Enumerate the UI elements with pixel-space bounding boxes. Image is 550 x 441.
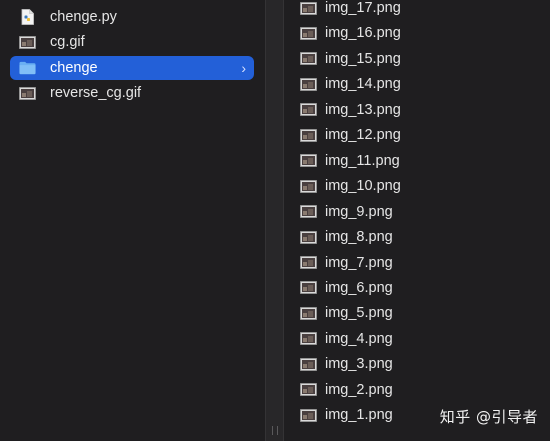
image-file-icon (300, 407, 317, 424)
image-file-icon (300, 254, 317, 271)
image-file-icon (300, 127, 317, 144)
file-item-label: img_11.png (325, 152, 400, 169)
image-file-icon (300, 203, 317, 220)
file-item-label: cg.gif (50, 34, 85, 50)
file-item[interactable]: img_11.png (300, 149, 540, 173)
column-resize-handle[interactable] (265, 0, 284, 441)
file-item-label: img_6.png (325, 279, 393, 296)
file-item-label: reverse_cg.gif (50, 85, 142, 101)
file-item-label: img_12.png (325, 127, 401, 144)
file-item[interactable]: img_14.png (300, 72, 540, 96)
image-file-icon (300, 25, 317, 42)
file-item-label: img_10.png (325, 178, 401, 195)
watermark: 知乎 @引导者 (439, 408, 538, 426)
file-item[interactable]: img_7.png (300, 251, 540, 275)
folder-item-label: chenge (50, 60, 98, 76)
file-item-label: chenge.py (50, 9, 117, 25)
finder-window: chenge.py cg.gif chenge › reverse_cg.gif… (0, 0, 550, 441)
image-file-icon (19, 34, 36, 51)
image-file-icon (300, 229, 317, 246)
python-file-icon (19, 9, 36, 26)
file-item[interactable]: img_17.png (300, 0, 540, 20)
file-item[interactable]: img_3.png (300, 352, 540, 376)
file-item-chenge-py[interactable]: chenge.py (10, 5, 254, 29)
file-item[interactable]: img_16.png (300, 21, 540, 45)
file-item-reverse-cg-gif[interactable]: reverse_cg.gif (10, 81, 254, 105)
file-item[interactable]: img_12.png (300, 123, 540, 147)
image-file-icon (300, 101, 317, 118)
folder-item-chenge[interactable]: chenge › (10, 56, 254, 80)
file-item-label: img_17.png (325, 0, 401, 16)
image-file-icon (300, 152, 317, 169)
file-item-label: img_2.png (325, 381, 393, 398)
image-file-icon (300, 381, 317, 398)
file-item[interactable]: img_15.png (300, 47, 540, 71)
file-item[interactable]: img_4.png (300, 327, 540, 351)
file-item[interactable]: img_6.png (300, 276, 540, 300)
file-item-label: img_3.png (325, 356, 393, 373)
file-item-label: img_15.png (325, 50, 401, 67)
file-item-label: img_9.png (325, 203, 393, 220)
image-file-icon (300, 356, 317, 373)
image-file-icon (300, 178, 317, 195)
file-item[interactable]: img_5.png (300, 301, 540, 325)
file-item-label: img_1.png (325, 407, 393, 424)
resize-grip-icon (272, 426, 278, 435)
file-item-label: img_7.png (325, 254, 393, 271)
file-item[interactable]: img_10.png (300, 174, 540, 198)
file-item[interactable]: img_8.png (300, 225, 540, 249)
file-item-label: img_13.png (325, 101, 401, 118)
image-file-icon (300, 76, 317, 93)
image-file-icon (300, 330, 317, 347)
parent-folder-column: chenge.py cg.gif chenge › reverse_cg.gif (0, 0, 265, 441)
image-file-icon (19, 85, 36, 102)
image-file-icon (300, 50, 317, 67)
file-item-label: img_16.png (325, 25, 401, 42)
file-item-label: img_5.png (325, 305, 393, 322)
image-file-icon (300, 305, 317, 322)
file-item-label: img_4.png (325, 330, 393, 347)
folder-contents-column: img_17.png img_16.png img_15.png img_14.png… (284, 0, 550, 441)
image-file-icon (300, 0, 317, 17)
file-item[interactable]: img_13.png (300, 98, 540, 122)
file-item[interactable]: img_9.png (300, 200, 540, 224)
folder-icon (19, 60, 36, 77)
image-file-icon (300, 279, 317, 296)
file-item-label: img_8.png (325, 229, 393, 245)
file-item[interactable]: img_2.png (300, 378, 540, 402)
chevron-right-icon: › (241, 60, 246, 76)
file-item-cg-gif[interactable]: cg.gif (10, 30, 254, 54)
file-item-label: img_14.png (325, 76, 401, 93)
